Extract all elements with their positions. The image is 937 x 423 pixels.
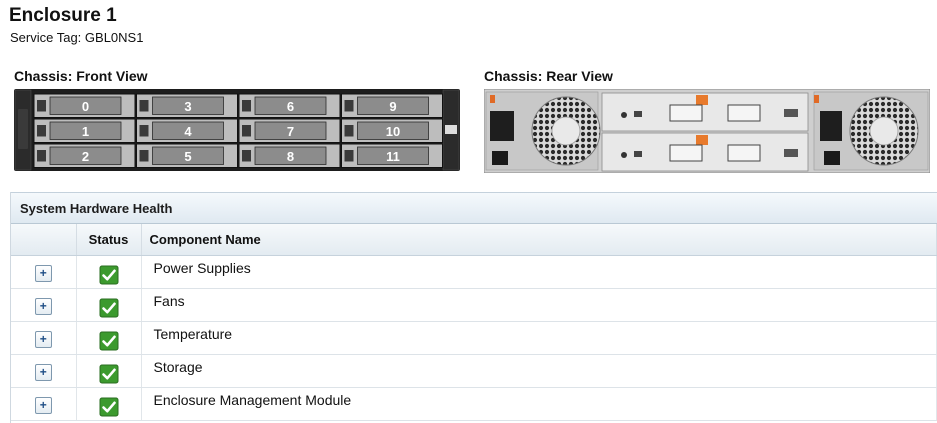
drive-bay: 0 bbox=[33, 93, 136, 118]
status-ok-icon bbox=[99, 397, 118, 416]
status-cell bbox=[76, 288, 142, 322]
status-column-header[interactable]: Status bbox=[76, 224, 142, 256]
chassis-front-image: 0 1 2 3 4 5 6 7 8 9 10 11 bbox=[14, 89, 460, 171]
expand-cell: + bbox=[11, 288, 77, 322]
drive-bay-number: 7 bbox=[287, 124, 294, 139]
drive-bay: 6 bbox=[238, 93, 341, 118]
status-cell bbox=[76, 321, 142, 355]
health-table: Status Component Name + Power Supplies + Fa… bbox=[11, 224, 937, 421]
drive-bay-number: 9 bbox=[389, 99, 396, 114]
expand-cell: + bbox=[11, 255, 77, 289]
drive-bay: 4 bbox=[136, 118, 238, 143]
drive-bay: 8 bbox=[238, 143, 341, 168]
drive-bay-number: 6 bbox=[287, 99, 294, 114]
drive-bay: 9 bbox=[341, 93, 443, 118]
drive-bay-number: 4 bbox=[184, 124, 192, 139]
expand-button[interactable]: + bbox=[34, 298, 52, 315]
expand-cell: + bbox=[11, 354, 77, 388]
drive-bay-number: 8 bbox=[287, 149, 294, 164]
drive-bay-number: 10 bbox=[386, 124, 400, 139]
status-cell bbox=[76, 354, 142, 388]
drive-bay: 10 bbox=[341, 118, 443, 143]
component-name: Storage bbox=[141, 354, 937, 388]
status-cell bbox=[76, 387, 142, 421]
rear-view-label: Chassis: Rear View bbox=[484, 68, 613, 84]
expand-button[interactable]: + bbox=[34, 265, 52, 282]
page-title: Enclosure 1 bbox=[9, 5, 117, 26]
status-cell bbox=[76, 255, 142, 289]
expand-cell: + bbox=[11, 387, 77, 421]
drive-bay-number: 3 bbox=[184, 99, 191, 114]
system-hardware-health-panel: System Hardware Health Status Component … bbox=[10, 192, 937, 423]
chassis-rear-image bbox=[484, 89, 930, 173]
drive-bay: 2 bbox=[33, 143, 136, 168]
expand-button[interactable]: + bbox=[34, 364, 52, 381]
drive-bay: 7 bbox=[238, 118, 341, 143]
expand-cell: + bbox=[11, 321, 77, 355]
component-name: Enclosure Management Module bbox=[141, 387, 937, 421]
table-row: + Enclosure Management Module bbox=[11, 387, 937, 421]
component-name: Temperature bbox=[141, 321, 937, 355]
expand-button[interactable]: + bbox=[34, 331, 52, 348]
service-tag: Service Tag: GBL0NS1 bbox=[10, 30, 144, 45]
drive-bay-number: 5 bbox=[184, 149, 191, 164]
drive-bay-number: 1 bbox=[82, 124, 89, 139]
table-row: + Power Supplies bbox=[11, 255, 937, 289]
drive-bay: 3 bbox=[136, 93, 238, 118]
table-row: + Temperature bbox=[11, 321, 937, 355]
panel-title: System Hardware Health bbox=[11, 192, 937, 224]
component-name: Fans bbox=[141, 288, 937, 322]
table-header-row: Status Component Name bbox=[11, 224, 937, 256]
status-ok-icon bbox=[99, 298, 118, 317]
drive-bay-number: 2 bbox=[82, 149, 89, 164]
component-name-column-header[interactable]: Component Name bbox=[141, 224, 937, 256]
drive-bay-number: 0 bbox=[82, 99, 89, 114]
drive-bay: 1 bbox=[33, 118, 136, 143]
status-ok-icon bbox=[99, 265, 118, 284]
drive-bay: 11 bbox=[341, 143, 443, 168]
component-name: Power Supplies bbox=[141, 255, 937, 289]
status-ok-icon bbox=[99, 331, 118, 350]
expand-column-header bbox=[11, 224, 77, 256]
drive-bay: 5 bbox=[136, 143, 238, 168]
table-row: + Fans bbox=[11, 288, 937, 322]
drive-bay-number: 11 bbox=[386, 149, 400, 164]
table-row: + Storage bbox=[11, 354, 937, 388]
status-ok-icon bbox=[99, 364, 118, 383]
expand-button[interactable]: + bbox=[34, 397, 52, 414]
front-view-label: Chassis: Front View bbox=[14, 68, 148, 84]
